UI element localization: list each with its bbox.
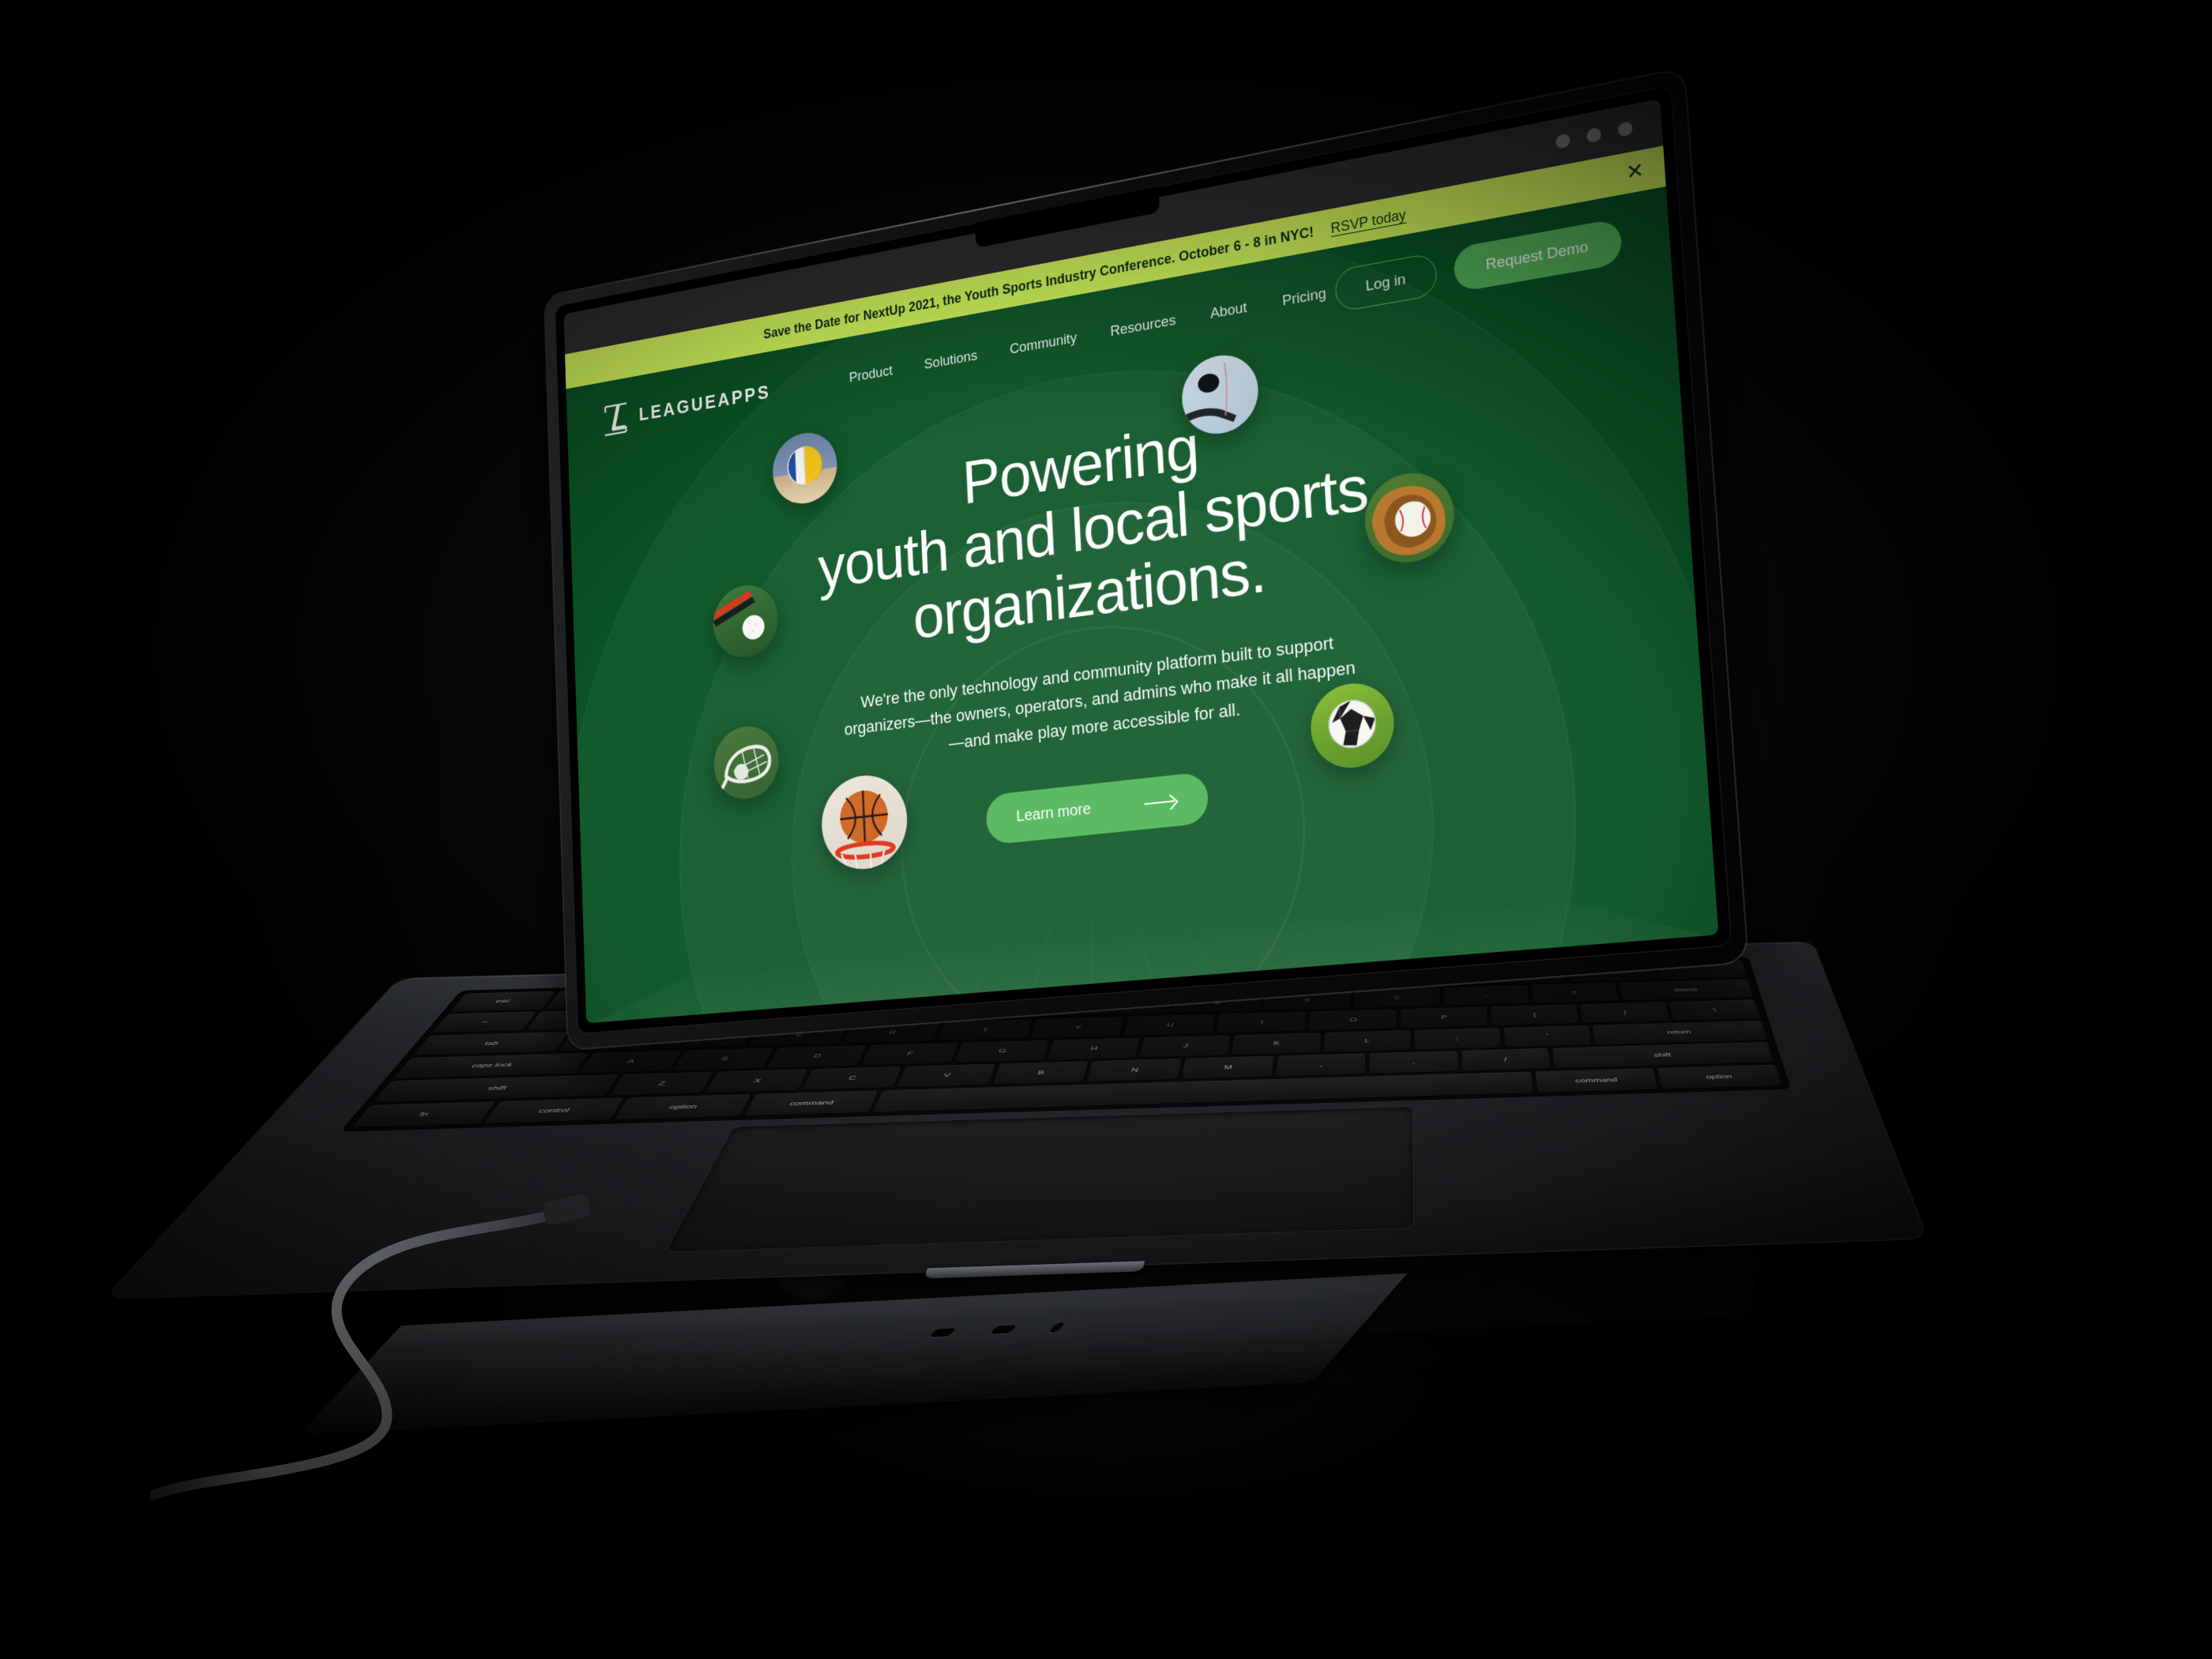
- key-a[interactable]: A: [579, 1051, 682, 1074]
- key--[interactable]: ': [1503, 1025, 1591, 1048]
- key-b[interactable]: B: [992, 1062, 1088, 1085]
- key-p[interactable]: P: [1401, 1007, 1488, 1029]
- sport-bubble-lacrosse[interactable]: [713, 722, 780, 802]
- key-z[interactable]: Z: [609, 1072, 713, 1096]
- key--[interactable]: \: [1669, 999, 1760, 1020]
- window-controls[interactable]: [1556, 121, 1633, 149]
- sport-bubble-soccer[interactable]: [1309, 679, 1397, 772]
- minimize-dot[interactable]: [1556, 133, 1571, 149]
- key--[interactable]: -: [1443, 985, 1529, 1006]
- learn-more-button[interactable]: Learn more: [985, 771, 1209, 845]
- power-cable: [150, 1138, 592, 1580]
- key-shift[interactable]: shift: [1552, 1042, 1774, 1068]
- laptop-lid: Save the Date for NextUp 2021, the Youth…: [555, 85, 1732, 1034]
- key-u[interactable]: U: [1124, 1014, 1216, 1036]
- key-control[interactable]: control: [483, 1098, 624, 1123]
- key--[interactable]: ~: [431, 1012, 536, 1033]
- sport-bubble-hockey[interactable]: [1179, 349, 1259, 439]
- sport-bubble-basketball[interactable]: [820, 770, 909, 872]
- key-f[interactable]: F: [861, 1043, 957, 1065]
- key-g[interactable]: G: [954, 1040, 1049, 1063]
- key--[interactable]: =: [1531, 983, 1618, 1003]
- key-c[interactable]: C: [802, 1066, 902, 1090]
- usb-c-port: [989, 1325, 1017, 1334]
- key-o[interactable]: O: [1309, 1010, 1397, 1031]
- key--[interactable]: ;: [1414, 1028, 1501, 1050]
- sport-bubble-golf[interactable]: [713, 581, 780, 662]
- key-t[interactable]: T: [937, 1019, 1033, 1040]
- key-0[interactable]: 0: [1353, 988, 1439, 1008]
- key-s[interactable]: S: [674, 1048, 774, 1070]
- key-tab[interactable]: tab: [413, 1032, 569, 1055]
- product-mockup-scene: Powering esc ~1234567890-=delete tabQWER…: [0, 0, 2212, 1659]
- key-k[interactable]: K: [1232, 1033, 1320, 1055]
- close-icon[interactable]: ✕: [1626, 160, 1645, 183]
- key-v[interactable]: V: [897, 1064, 995, 1087]
- key-shift[interactable]: shift: [373, 1074, 619, 1102]
- sport-bubble-volleyball[interactable]: [771, 427, 838, 508]
- key-caps-lock[interactable]: caps lock: [393, 1053, 589, 1078]
- key--[interactable]: [: [1491, 1004, 1579, 1025]
- nav-link-community[interactable]: Community: [1010, 329, 1078, 358]
- nav-link-resources[interactable]: Resources: [1110, 311, 1176, 340]
- sport-bubble-baseball[interactable]: [1363, 468, 1457, 569]
- key-n[interactable]: N: [1087, 1059, 1181, 1082]
- request-demo-button[interactable]: Request Demo: [1453, 218, 1623, 293]
- key-fn[interactable]: fn: [352, 1102, 495, 1128]
- trackpad[interactable]: [664, 1106, 1414, 1253]
- key--[interactable]: ]: [1581, 1002, 1670, 1022]
- close-dot[interactable]: [1617, 121, 1632, 137]
- nav-link-about[interactable]: About: [1209, 299, 1247, 322]
- nav-link-product[interactable]: Product: [848, 362, 893, 386]
- key-option[interactable]: option: [614, 1094, 751, 1119]
- login-button[interactable]: Log in: [1334, 252, 1437, 312]
- rsvp-link[interactable]: RSVP today: [1330, 206, 1406, 237]
- maximize-dot[interactable]: [1586, 127, 1601, 144]
- nav-link-solutions[interactable]: Solutions: [924, 347, 977, 373]
- key-i[interactable]: I: [1217, 1012, 1307, 1033]
- key-h[interactable]: H: [1048, 1038, 1140, 1060]
- key-j[interactable]: J: [1140, 1035, 1231, 1057]
- arrow-right-icon: [1144, 795, 1176, 808]
- key-delete[interactable]: delete: [1619, 980, 1754, 1001]
- key--[interactable]: ,: [1276, 1054, 1366, 1077]
- key--[interactable]: .: [1369, 1051, 1458, 1074]
- key-command[interactable]: command: [1536, 1068, 1658, 1093]
- key-l[interactable]: L: [1323, 1030, 1410, 1052]
- key-y[interactable]: Y: [1031, 1017, 1124, 1038]
- key-x[interactable]: X: [705, 1070, 807, 1093]
- key-option[interactable]: option: [1657, 1065, 1781, 1089]
- key-esc[interactable]: esc: [450, 991, 555, 1011]
- key-command[interactable]: command: [744, 1091, 878, 1116]
- key-m[interactable]: M: [1182, 1056, 1273, 1079]
- browser-window: Save the Date for NextUp 2021, the Youth…: [563, 99, 1718, 1023]
- logo-wordmark: LEAGUEAPPS: [638, 382, 771, 426]
- key--[interactable]: /: [1462, 1048, 1551, 1071]
- logo[interactable]: LEAGUEAPPS: [601, 375, 771, 438]
- leagueapps-logo-icon: [601, 401, 630, 438]
- headphone-jack: [1048, 1322, 1066, 1333]
- nav-link-pricing[interactable]: Pricing: [1281, 284, 1326, 310]
- key-d[interactable]: D: [768, 1045, 867, 1068]
- key-return[interactable]: return: [1593, 1021, 1767, 1044]
- usb-c-port: [929, 1328, 957, 1337]
- learn-more-label: Learn more: [1016, 800, 1091, 826]
